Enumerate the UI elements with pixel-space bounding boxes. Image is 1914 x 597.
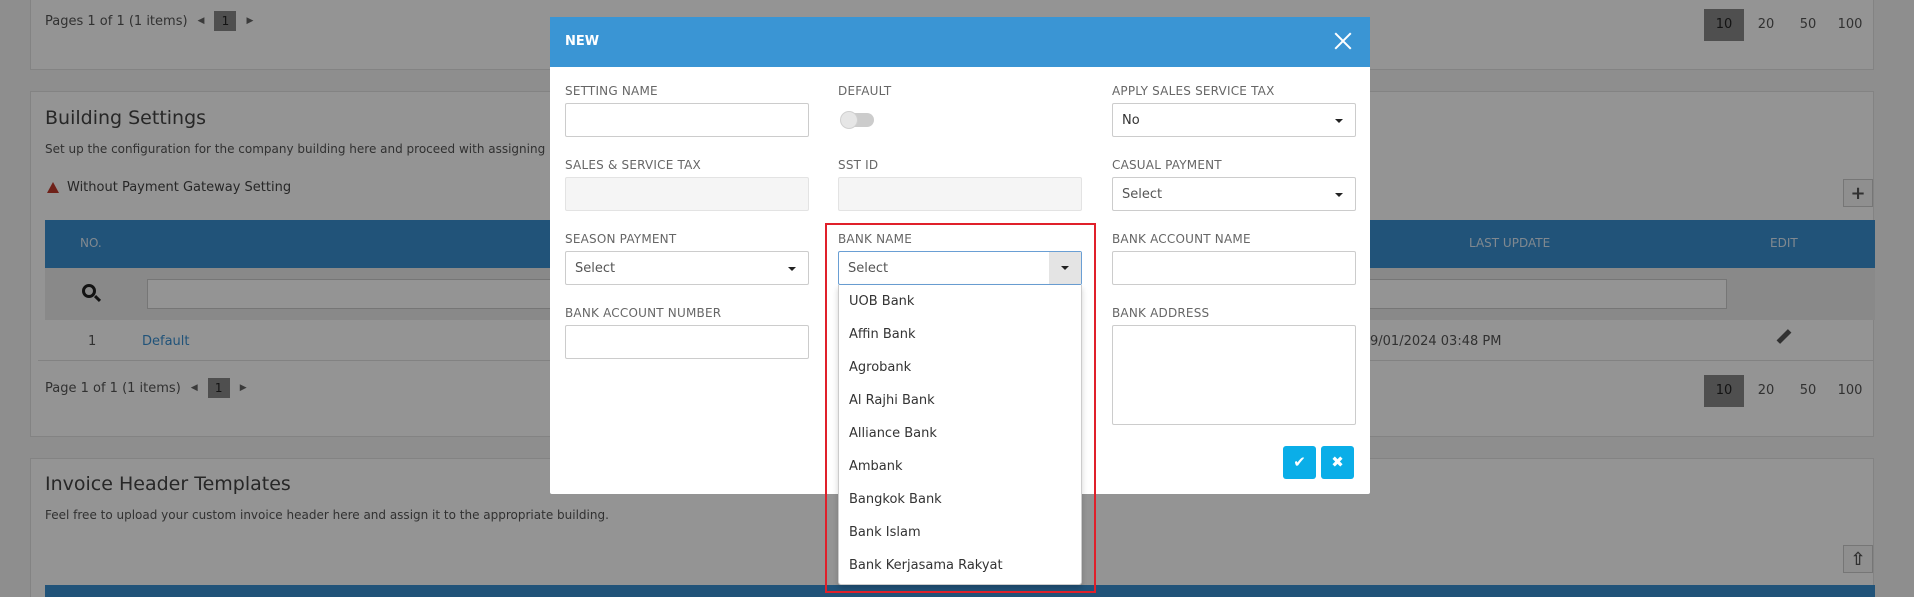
- save-button[interactable]: ✔: [1283, 446, 1316, 479]
- setting-name-label: SETTING NAME: [565, 84, 658, 98]
- bank-account-name-label: BANK ACCOUNT NAME: [1112, 232, 1251, 246]
- cancel-button[interactable]: ✖: [1321, 446, 1354, 479]
- casual-payment-label: CASUAL PAYMENT: [1112, 158, 1222, 172]
- bank-address-input[interactable]: [1112, 325, 1356, 425]
- sales-service-tax-label: SALES & SERVICE TAX: [565, 158, 701, 172]
- highlight-annotation: [825, 223, 1096, 593]
- default-label: DEFAULT: [838, 84, 892, 98]
- chevron-down-icon: [1335, 193, 1343, 197]
- modal-title: NEW: [565, 34, 600, 49]
- bank-account-number-label: BANK ACCOUNT NUMBER: [565, 306, 722, 320]
- modal-header: NEW: [550, 17, 1370, 67]
- chevron-down-icon: [788, 267, 796, 271]
- apply-sst-value: No: [1122, 113, 1140, 128]
- season-payment-value: Select: [575, 261, 616, 276]
- apply-sst-label: APPLY SALES SERVICE TAX: [1112, 84, 1275, 98]
- casual-payment-select[interactable]: Select: [1112, 177, 1356, 211]
- sst-id-input[interactable]: [838, 177, 1082, 211]
- casual-payment-value: Select: [1122, 187, 1163, 202]
- close-icon[interactable]: [1330, 28, 1356, 54]
- chevron-down-icon: [1335, 119, 1343, 123]
- apply-sst-select[interactable]: No: [1112, 103, 1356, 137]
- season-payment-label: SEASON PAYMENT: [565, 232, 677, 246]
- toggle-knob: [840, 111, 858, 129]
- season-payment-select[interactable]: Select: [565, 251, 809, 285]
- bank-address-label: BANK ADDRESS: [1112, 306, 1210, 320]
- bank-account-name-input[interactable]: [1112, 251, 1356, 285]
- bank-account-number-input[interactable]: [565, 325, 809, 359]
- default-toggle[interactable]: [840, 111, 874, 129]
- sst-id-label: SST ID: [838, 158, 879, 172]
- sales-service-tax-input[interactable]: [565, 177, 809, 211]
- setting-name-input[interactable]: [565, 103, 809, 137]
